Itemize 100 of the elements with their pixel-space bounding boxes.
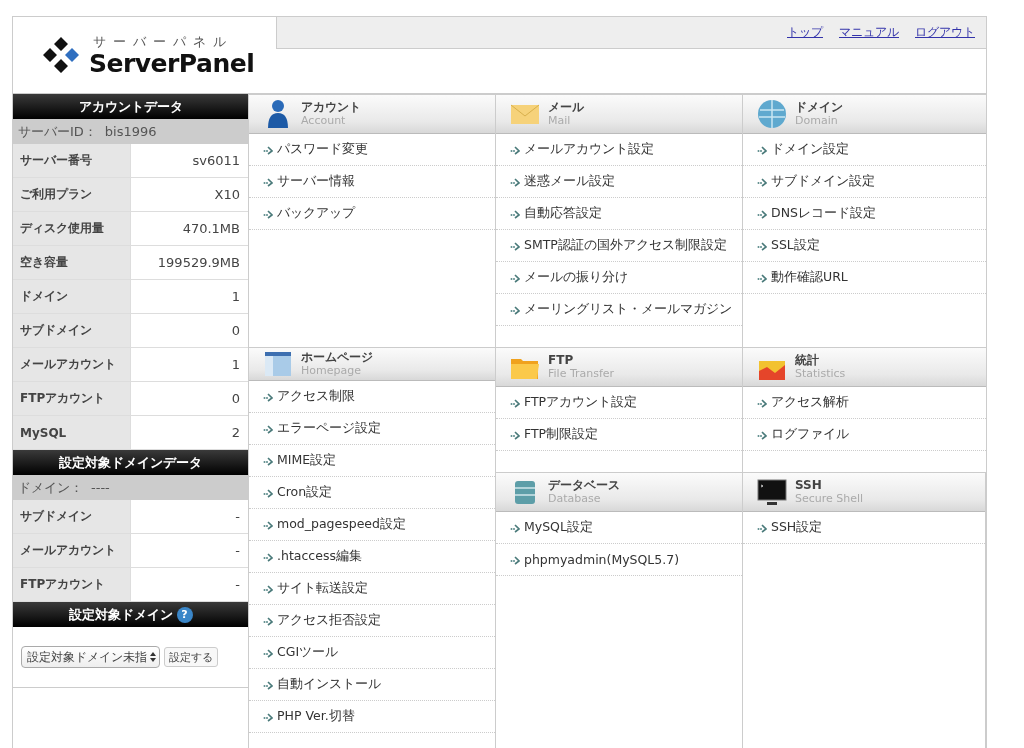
section-title: メール [548,101,584,115]
arrow-icon [510,397,520,408]
menu-link[interactable]: DNSレコード設定 [743,198,986,230]
arrow-icon [757,429,767,440]
menu-link[interactable]: 迷惑メール設定 [496,166,742,198]
value-cell-text: 470.1MB [181,220,241,238]
menu-link[interactable]: メールアカウント設定 [496,134,742,166]
menu-link[interactable]: SMTP認証の国外アクセス制限設定 [496,230,742,262]
arrow-icon [263,176,273,187]
arrow-icon [263,208,273,219]
menu-link[interactable]: アクセス解析 [743,387,986,419]
menu-link[interactable]: 動作確認URL [743,262,986,294]
menu-link[interactable]: 自動インストール [249,669,495,701]
arrow-icon [757,144,767,155]
section-subtitle: Homepage [301,364,362,377]
section-subtitle: Account [301,114,347,127]
nav-link[interactable]: ログアウト [915,24,975,41]
arrow-icon [510,554,520,565]
arrow-icon [263,487,273,498]
arrow-icon [757,522,767,533]
id-value: ---- [91,480,110,495]
label-cell: ご利用プラン [13,178,131,211]
menu-link[interactable]: Cron設定 [249,477,495,509]
menu-link[interactable]: MySQL設定 [496,512,742,544]
menu-link[interactable]: phpmyadmin(MySQL5.7) [496,544,742,576]
arrow-icon [263,679,273,690]
menu-link[interactable]: mod_pagespeed設定 [249,509,495,541]
section-title: ドメイン [795,101,843,115]
arrow-icon [263,519,273,530]
menu-link[interactable]: メーリングリスト・メールマガジン [496,294,742,326]
menu-link[interactable]: PHP Ver.切替 [249,701,495,733]
menu-link[interactable]: FTPアカウント設定 [496,387,742,419]
label-cell: FTPアカウント [13,382,131,415]
menu-link[interactable]: SSL設定 [743,230,986,262]
menu-link[interactable]: SSH設定 [743,512,985,544]
value-cell-text: 2 [230,424,241,442]
section-title: SSH [795,479,823,493]
value-cell-text: 199529.9MB [156,254,241,272]
menu-link[interactable]: バックアップ [249,198,495,230]
id-label: ドメイン： [18,478,83,497]
arrow-icon [263,391,273,402]
value-cell-text: 0 [230,322,241,340]
section-title: FTP [548,354,575,368]
value-cell-text: - [234,508,241,526]
section-title: アカウント [301,101,361,115]
arrow-icon [757,240,767,251]
menu-link[interactable]: サイト転送設定 [249,573,495,605]
menu-link[interactable]: ドメイン設定 [743,134,986,166]
section-subtitle: Secure Shell [795,492,864,505]
section-subtitle: Database [548,492,602,505]
monitor-icon [755,476,789,508]
nav-link[interactable]: マニュアル [839,24,899,41]
id-value: bis1996 [104,124,157,139]
help-icon[interactable]: ? [176,606,193,623]
arrow-icon [510,272,520,283]
arrow-icon [757,397,767,408]
menu-link[interactable]: アクセス制限 [249,381,495,413]
globe-icon [755,98,789,130]
label-cell: MySQL [13,416,131,449]
nav-link[interactable]: トップ [787,24,823,41]
section-subtitle: Domain [795,114,839,127]
value-cell-text: 0 [230,390,241,408]
section-title: 設定対象ドメイン [68,605,173,624]
value-cell-text: sv6011 [191,152,241,170]
label-cell: サーバー番号 [13,144,131,177]
section-subtitle: Statistics [795,367,846,380]
id-label: サーバーID： [18,122,97,141]
arrow-icon [263,455,273,466]
set-button[interactable]: 設定する [164,647,218,667]
arrow-icon [510,144,520,155]
domain-select[interactable]: 設定対象ドメイン未指 [21,646,160,668]
menu-link[interactable]: アクセス拒否設定 [249,605,495,637]
menu-link[interactable]: .htaccess編集 [249,541,495,573]
arrow-icon [510,522,520,533]
section-title: 統計 [795,354,820,368]
arrow-icon [510,176,520,187]
label-cell: サブドメイン [13,500,131,533]
arrow-icon [263,583,273,594]
arrow-icon [757,176,767,187]
section-subtitle: Mail [548,114,572,127]
label-cell: ドメイン [13,280,131,313]
menu-link[interactable]: FTP制限設定 [496,419,742,451]
menu-link[interactable]: サブドメイン設定 [743,166,986,198]
arrow-icon [510,304,520,315]
arrow-icon [263,647,273,658]
value-cell-text: 1 [230,288,241,306]
menu-link[interactable]: サーバー情報 [249,166,495,198]
section-title: データベース [548,479,620,493]
menu-link[interactable]: メールの振り分け [496,262,742,294]
arrow-icon [510,208,520,219]
value-cell-text: 1 [230,356,241,374]
arrow-icon [263,144,273,155]
label-cell: メールアカウント [13,348,131,381]
menu-link[interactable]: ログファイル [743,419,986,451]
menu-link[interactable]: エラーページ設定 [249,413,495,445]
menu-link[interactable]: CGIツール [249,637,495,669]
menu-link[interactable]: MIME設定 [249,445,495,477]
section-header: アカウントデータ [13,94,248,119]
menu-link[interactable]: 自動応答設定 [496,198,742,230]
menu-link[interactable]: パスワード変更 [249,134,495,166]
